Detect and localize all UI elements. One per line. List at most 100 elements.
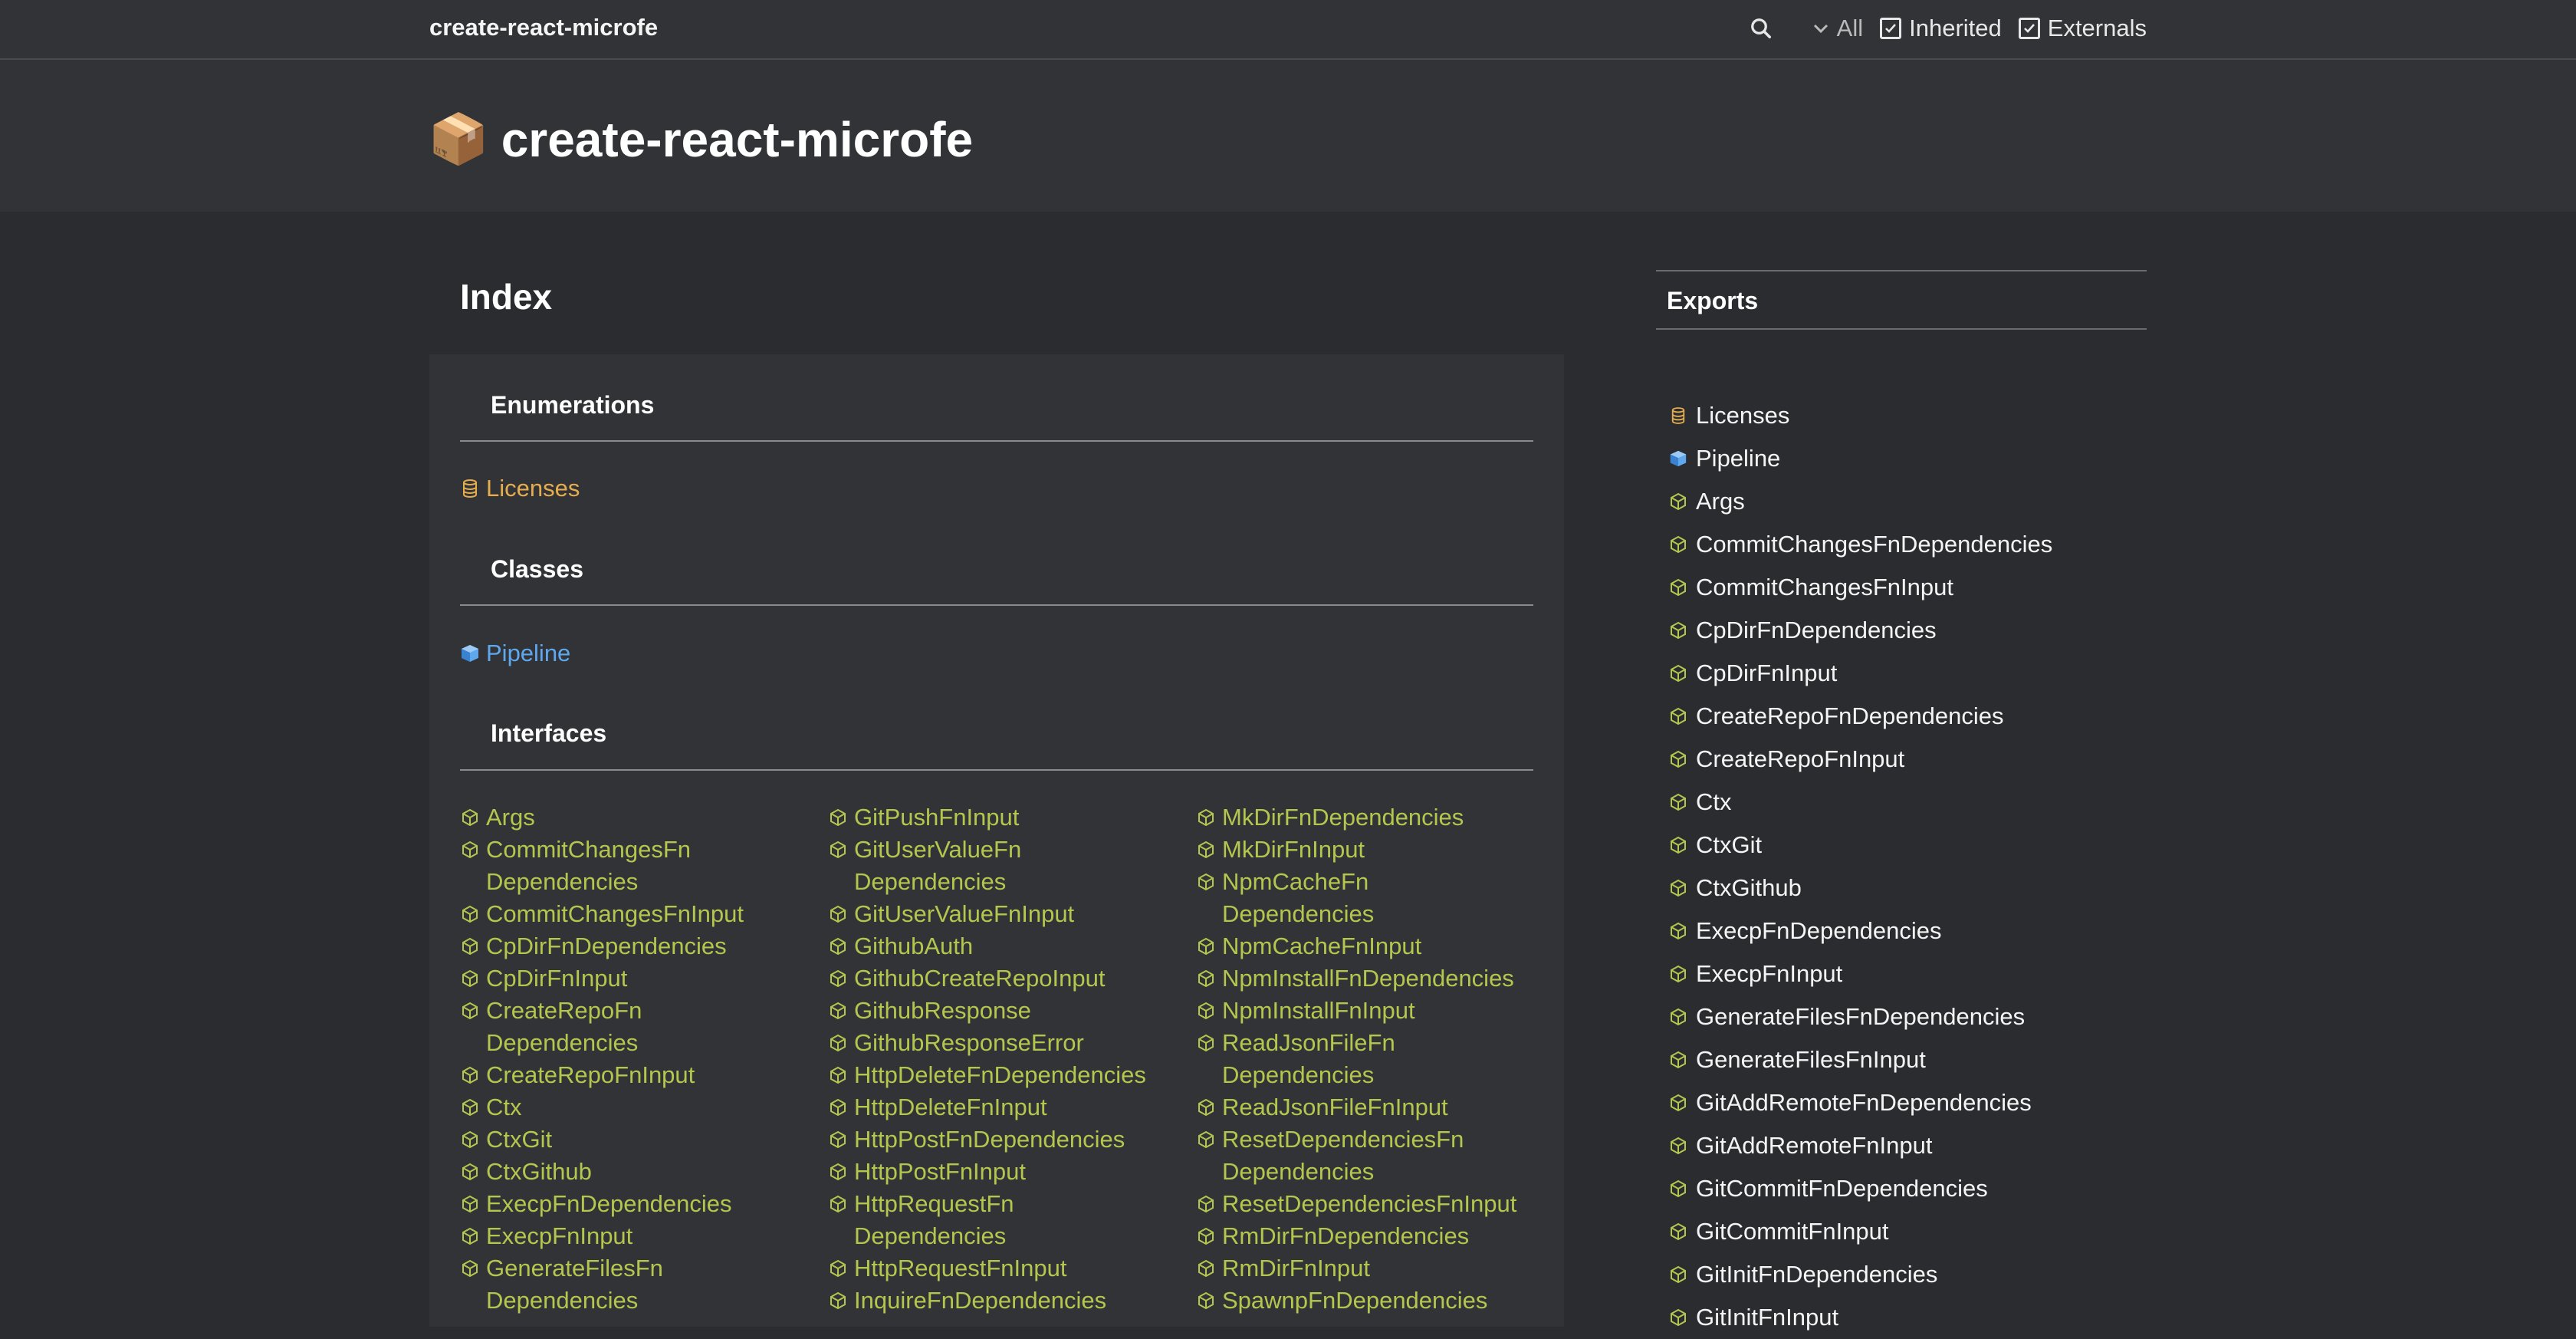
interfaces-column-1: Args CommitChangesFn Dependencies CommitCha… [460,801,820,1317]
index-heading: Index [460,277,553,317]
sidebar-item[interactable]: GitCommitFnDependencies [1668,1167,2052,1210]
interface-link[interactable]: NpmInstallFnDependencies [1196,962,1556,995]
interface-icon [1196,1091,1216,1124]
interface-label: CreateRepoFn Dependencies [486,997,642,1056]
interface-icon [1668,1124,1688,1167]
sidebar-item[interactable]: GitCommitFnInput [1668,1210,2052,1253]
sidebar-item[interactable]: GitAddRemoteFnInput [1668,1124,2052,1167]
interface-link[interactable]: ResetDependenciesFnInput [1196,1188,1556,1220]
interface-icon [460,801,480,834]
interface-link[interactable]: CtxGit [460,1124,820,1156]
interface-link[interactable]: GitUserValueFn Dependencies [828,834,1188,898]
enum-icon [460,472,480,505]
interface-icon [460,930,480,962]
sidebar-item[interactable]: Licenses [1668,394,2052,437]
sidebar-item[interactable]: CtxGithub [1668,867,2052,910]
interface-link[interactable]: CreateRepoFn Dependencies [460,995,820,1059]
interface-link[interactable]: CpDirFnInput [460,962,820,995]
enum-item-licenses[interactable]: Licenses [460,472,580,505]
sidebar-item[interactable]: CreateRepoFnInput [1668,738,2052,781]
sidebar-item[interactable]: Pipeline [1668,437,2052,480]
interface-link[interactable]: CtxGithub [460,1156,820,1188]
interface-link[interactable]: CreateRepoFnInput [460,1059,820,1091]
interface-link[interactable]: RmDirFnDependencies [1196,1220,1556,1252]
interface-icon [1196,1188,1216,1220]
enum-icon [1668,394,1688,437]
interface-label: GitUserValueFn Dependencies [854,836,1022,895]
interface-link[interactable]: GithubCreateRepoInput [828,962,1188,995]
interface-link[interactable]: ExecpFnDependencies [460,1188,820,1220]
interface-link[interactable]: CommitChangesFnInput [460,898,820,930]
interface-link[interactable]: SpawnpFnDependencies [1196,1285,1556,1317]
interface-link[interactable]: GithubResponseError [828,1027,1188,1059]
interface-link[interactable]: GenerateFilesFn Dependencies [460,1252,820,1317]
sidebar-item[interactable]: Ctx [1668,781,2052,824]
interface-link[interactable]: CpDirFnDependencies [460,930,820,962]
sidebar-item[interactable]: CtxGit [1668,824,2052,867]
interface-link[interactable]: HttpRequestFn Dependencies [828,1188,1188,1252]
interface-link[interactable]: GithubAuth [828,930,1188,962]
interface-link[interactable]: MkDirFnDependencies [1196,801,1556,834]
enum-item-label: Licenses [486,475,580,502]
sidebar-item-label: CtxGithub [1696,874,1802,901]
interface-link[interactable]: RmDirFnInput [1196,1252,1556,1285]
interface-link[interactable]: CommitChangesFn Dependencies [460,834,820,898]
interface-link[interactable]: InquireFnDependencies [828,1285,1188,1317]
interface-icon [828,1156,848,1188]
interface-link[interactable]: HttpDeleteFnInput [828,1091,1188,1124]
inherited-toggle[interactable]: Inherited [1880,15,2002,42]
interface-link[interactable]: NpmInstallFnInput [1196,995,1556,1027]
inherited-label: Inherited [1909,15,2002,41]
sidebar-item[interactable]: ExecpFnDependencies [1668,910,2052,952]
sidebar-item[interactable]: GitAddRemoteFnDependencies [1668,1081,2052,1124]
interface-link[interactable]: ReadJsonFileFn Dependencies [1196,1027,1556,1091]
sidebar-item[interactable]: CpDirFnDependencies [1668,609,2052,652]
sidebar-item-label: GenerateFilesFnDependencies [1696,1003,2026,1030]
exports-header[interactable]: Exports [1656,270,2147,330]
class-item-pipeline[interactable]: Pipeline [460,637,570,670]
brand-link[interactable]: create-react-microfe [429,14,658,41]
interface-link[interactable]: MkDirFnInput [1196,834,1556,866]
interface-link[interactable]: Args [460,801,820,834]
sidebar-item-label: CpDirFnDependencies [1696,617,1937,643]
interface-link[interactable]: HttpPostFnDependencies [828,1124,1188,1156]
interface-link[interactable]: GithubResponse [828,995,1188,1027]
filter-all-dropdown[interactable]: All [1812,15,1863,42]
interface-link[interactable]: GitUserValueFnInput [828,898,1188,930]
interface-link[interactable]: Ctx [460,1091,820,1124]
interface-label: HttpRequestFn Dependencies [854,1190,1014,1249]
interface-icon [1668,995,1688,1038]
sidebar-item[interactable]: CreateRepoFnDependencies [1668,695,2052,738]
sidebar-item[interactable]: GitInitFnDependencies [1668,1253,2052,1296]
interface-link[interactable]: HttpDeleteFnDependencies [828,1059,1188,1091]
sidebar-item[interactable]: GenerateFilesFnInput [1668,1038,2052,1081]
sidebar-item[interactable]: ExecpFnInput [1668,952,2052,995]
interface-link[interactable]: HttpPostFnInput [828,1156,1188,1188]
interface-link[interactable]: HttpRequestFnInput [828,1252,1188,1285]
search-icon[interactable] [1750,17,1773,40]
interface-icon [1196,1252,1216,1285]
interface-link[interactable]: ResetDependenciesFn Dependencies [1196,1124,1556,1188]
sidebar-item[interactable]: CommitChangesFnDependencies [1668,523,2052,566]
sidebar-item-label: Licenses [1696,402,1790,429]
sidebar-item[interactable]: GenerateFilesFnDependencies [1668,995,2052,1038]
sidebar-item-label: Args [1696,488,1745,515]
sidebar-item[interactable]: Args [1668,480,2052,523]
externals-toggle[interactable]: Externals [2018,15,2147,42]
section-title-interfaces: Interfaces [491,719,607,747]
interface-icon [460,1252,480,1285]
interface-link[interactable]: GitPushFnInput [828,801,1188,834]
sidebar-item[interactable]: CpDirFnInput [1668,652,2052,695]
interface-icon [1196,801,1216,834]
sidebar-item[interactable]: GitInitFnInput [1668,1296,2052,1339]
interface-link[interactable]: NpmCacheFnInput [1196,930,1556,962]
interface-icon [1668,1296,1688,1339]
interface-link[interactable]: NpmCacheFn Dependencies [1196,866,1556,930]
section-title-enumerations: Enumerations [491,391,655,419]
class-icon [1668,437,1688,480]
interface-link[interactable]: ReadJsonFileFnInput [1196,1091,1556,1124]
interface-label: ExecpFnInput [486,1222,633,1249]
sidebar-item[interactable]: CommitChangesFnInput [1668,566,2052,609]
toolbar-controls: All Inherited Externals [1750,11,2147,46]
interface-link[interactable]: ExecpFnInput [460,1220,820,1252]
